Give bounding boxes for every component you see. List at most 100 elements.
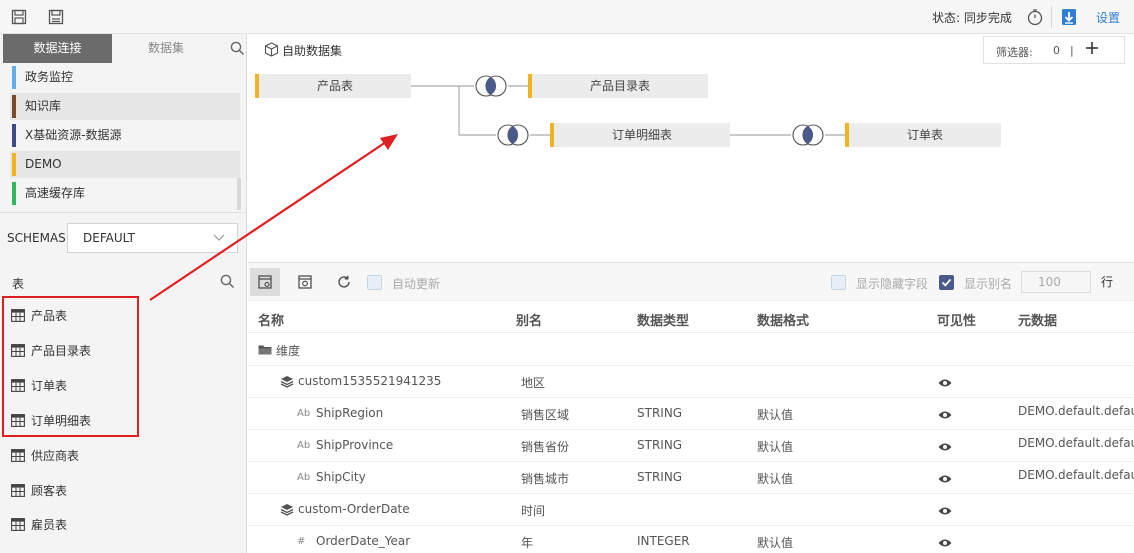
table-row[interactable]: Ab ShipProvince 销售省份 STRING 默认值 DEMO.def… [248, 430, 1134, 462]
table-icon [11, 449, 25, 462]
join-icon[interactable] [473, 74, 509, 98]
refresh-icon [338, 275, 350, 288]
schemas-label: SCHEMAS [7, 231, 66, 245]
node-order-detail-table[interactable]: 订单明细表 [550, 123, 730, 147]
folder-icon [258, 345, 272, 355]
datasource-item[interactable]: X基础资源-数据源 [10, 122, 240, 149]
preview-icon [298, 275, 312, 289]
table-item[interactable]: 雇员表 [11, 515, 67, 535]
save-icon[interactable] [11, 9, 27, 25]
export-icon[interactable] [1059, 7, 1079, 27]
datasource-item[interactable]: DEMO [10, 151, 240, 178]
eye-icon[interactable] [938, 442, 952, 452]
datasource-label: 高速缓存库 [25, 186, 86, 200]
join-canvas[interactable]: 自助数据集 筛选器: 0 | 产品表 产品目录表 订单明细表 订单表 [248, 34, 1134, 263]
header-metadata: 元数据 [1018, 314, 1058, 329]
schemas-select[interactable]: DEFAULT [67, 223, 238, 253]
grid-toolbar: 自动更新 显示隐藏字段 显示别名 100 行 [248, 263, 1134, 301]
field-format: 默认值 [757, 472, 794, 486]
table-row[interactable]: 维度 [248, 334, 1134, 366]
layers-icon [280, 376, 294, 388]
refresh-button[interactable] [329, 268, 359, 296]
join-icon[interactable] [790, 123, 826, 147]
field-format: 默认值 [757, 440, 794, 454]
header-alias: 别名 [516, 314, 543, 329]
field-type: STRING [637, 406, 683, 420]
rows-input[interactable]: 100 [1021, 271, 1091, 293]
table-row[interactable]: custom-OrderDate 时间 [248, 494, 1134, 526]
eye-icon[interactable] [938, 410, 952, 420]
datasource-item[interactable]: 知识库 [10, 93, 240, 120]
datasource-list: 政务监控 知识库 X基础资源-数据源 DEMO 高速缓存库 [0, 64, 247, 210]
field-alias: 地区 [521, 376, 546, 390]
field-settings-button[interactable] [250, 268, 280, 296]
search-icon[interactable] [230, 41, 245, 56]
datasource-color-bar [12, 182, 16, 205]
table-row[interactable]: # OrderDate_Year 年 INTEGER 默认值 [248, 526, 1134, 553]
eye-icon[interactable] [938, 474, 952, 484]
field-settings-icon [258, 275, 272, 289]
text-type-icon: Ab [297, 408, 311, 419]
text-type-icon: Ab [297, 472, 311, 483]
table-item[interactable]: 顾客表 [11, 481, 67, 501]
node-product-table[interactable]: 产品表 [255, 74, 411, 98]
table-row[interactable]: Ab ShipCity 销售城市 STRING 默认值 DEMO.default… [248, 462, 1134, 494]
field-alias: 时间 [521, 504, 546, 518]
chevron-down-icon [213, 234, 225, 241]
field-metadata: DEMO.default.defau [1018, 468, 1134, 482]
tab-data-connection[interactable]: 数据连接 [3, 34, 112, 63]
number-type-icon: # [297, 536, 306, 547]
node-category-table[interactable]: 产品目录表 [528, 74, 708, 98]
field-format: 默认值 [757, 536, 794, 550]
header-visibility: 可见性 [937, 314, 977, 329]
header-format: 数据格式 [757, 314, 810, 329]
eye-icon[interactable] [938, 506, 952, 516]
show-alias-label: 显示别名 [964, 277, 1013, 291]
field-format: 默认值 [757, 408, 794, 422]
field-name: 维度 [276, 344, 301, 358]
datasource-item[interactable]: 高速缓存库 [10, 180, 240, 207]
eye-icon[interactable] [938, 378, 952, 388]
header-name: 名称 [258, 314, 285, 329]
table-search-icon[interactable] [220, 274, 235, 289]
field-type: INTEGER [637, 534, 690, 548]
show-hidden-checkbox[interactable] [831, 275, 846, 290]
eye-icon[interactable] [938, 538, 952, 548]
timer-icon[interactable] [1026, 8, 1044, 26]
field-alias: 年 [521, 536, 534, 550]
field-name: ShipRegion [316, 406, 384, 420]
table-row[interactable]: Ab ShipRegion 销售区域 STRING 默认值 DEMO.defau… [248, 398, 1134, 430]
table-row[interactable]: custom1535521941235 地区 [248, 366, 1134, 398]
panel-divider [0, 212, 247, 213]
schemas-value: DEFAULT [83, 231, 135, 245]
join-connectors [411, 85, 845, 136]
datasource-color-bar [12, 95, 16, 118]
left-tabs: 数据连接 数据集 [3, 34, 247, 63]
grid-header: 名称 别名 数据类型 数据格式 可见性 元数据 [248, 301, 1134, 333]
tab-dataset[interactable]: 数据集 [112, 34, 220, 63]
left-panel: 数据连接 数据集 政务监控 知识库 X基础资源-数据源 DEMO 高速缓存库 S… [0, 34, 247, 553]
auto-update-checkbox[interactable] [367, 275, 382, 290]
field-alias: 销售省份 [521, 440, 570, 454]
table-item[interactable]: 供应商表 [11, 446, 79, 466]
table-name: 供应商表 [31, 449, 80, 463]
field-name: OrderDate_Year [316, 534, 411, 548]
datasource-label: X基础资源-数据源 [25, 128, 122, 142]
tables-label: 表 [12, 277, 25, 291]
toolbar-divider [1051, 6, 1052, 28]
field-name: custom-OrderDate [298, 502, 410, 516]
datasource-color-bar [12, 124, 16, 147]
node-order-table[interactable]: 订单表 [845, 123, 1001, 147]
settings-link[interactable]: 设置 [1096, 9, 1120, 26]
top-toolbar: 状态: 同步完成 设置 [0, 0, 1134, 34]
datasource-scrollbar[interactable] [237, 178, 241, 210]
join-icon[interactable] [495, 123, 531, 147]
save-as-icon[interactable] [48, 9, 64, 25]
field-grid: 自动更新 显示隐藏字段 显示别名 100 行 名称 别名 数据类型 数据格式 可… [248, 263, 1134, 553]
table-name: 顾客表 [31, 484, 68, 498]
field-metadata: DEMO.default.defau [1018, 404, 1134, 418]
preview-button[interactable] [290, 268, 320, 296]
show-alias-checkbox[interactable] [939, 275, 954, 290]
datasource-item[interactable]: 政务监控 [10, 64, 240, 91]
datasource-color-bar [12, 66, 16, 89]
